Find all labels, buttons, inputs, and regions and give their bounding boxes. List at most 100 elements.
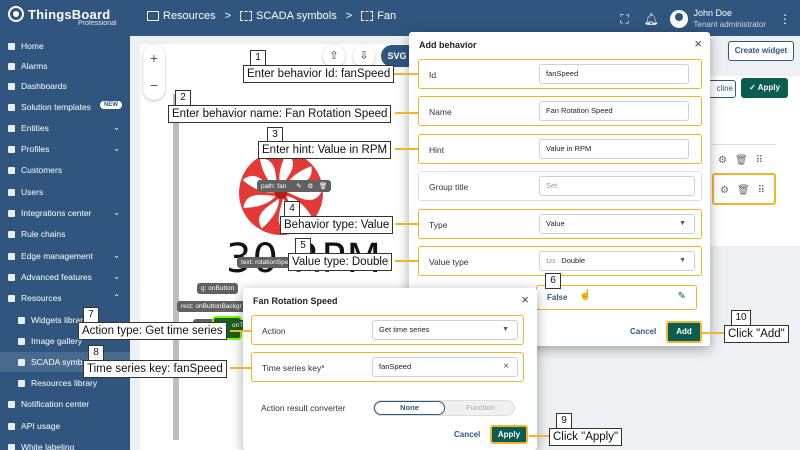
name-input[interactable]: Fan Rotation Speed — [539, 101, 689, 121]
sidebar-item-home[interactable]: Home — [0, 36, 130, 56]
hand-cursor-icon: ☝ — [579, 290, 592, 301]
avatar[interactable] — [669, 10, 688, 28]
sidebar-item-customers[interactable]: Customers — [0, 160, 130, 180]
value-type-label: Value type — [429, 257, 469, 267]
behavior-row[interactable]: ⚙ 🗑︎ ⠿ — [712, 144, 776, 176]
tag-text-rotation[interactable]: text: rotationSpe — [237, 257, 293, 268]
group-title-input[interactable]: Set — [539, 176, 695, 196]
sidebar-item-label: Alarms — [21, 61, 48, 71]
fan-dialog-apply-button[interactable]: Apply — [490, 425, 528, 444]
type-select[interactable]: Value ▼ — [539, 214, 695, 234]
zoom-out-button[interactable]: − — [143, 72, 165, 99]
sidebar-item-profiles[interactable]: Profiles ⌄ — [0, 139, 130, 159]
sidebar-item-white-labeling[interactable]: White labeling — [0, 437, 130, 450]
hint-input[interactable]: Value in RPM — [539, 139, 689, 159]
delete-icon[interactable]: 🗑︎ — [735, 155, 748, 166]
sidebar-item-alarms[interactable]: Alarms — [0, 56, 130, 76]
delete-icon[interactable]: 🗑︎ — [737, 185, 750, 196]
download-button[interactable]: ⇩ — [353, 45, 375, 67]
fullscreen-icon[interactable]: ⛶ — [618, 12, 632, 26]
add-behavior-cancel-button[interactable]: Cancel — [630, 327, 656, 336]
more-vert-icon[interactable]: ⋮ — [778, 12, 792, 26]
breadcrumb: Resources > SCADA symbols > Fan — [147, 10, 396, 22]
id-input[interactable]: fanSpeed — [539, 64, 689, 84]
callout-text: Enter behavior name: Fan Rotation Speed — [168, 105, 392, 123]
sidebar-item-users[interactable]: Users — [0, 182, 130, 202]
sidebar-item-label: Edge management — [21, 251, 93, 261]
notification-icon — [8, 400, 15, 408]
image-icon — [18, 337, 25, 345]
sidebar-item-label: Resources library — [31, 378, 98, 388]
group-title-field-row: Group title Set — [418, 171, 702, 201]
sidebar-item-resources[interactable]: Resources ⌃ — [0, 288, 130, 308]
hint-label: Hint — [429, 145, 445, 155]
zoom-control: + − — [143, 45, 165, 100]
gear-icon[interactable]: ⚙ — [720, 185, 729, 196]
upload-button[interactable]: ⇧ — [323, 45, 345, 67]
callout-number: 2 — [175, 90, 191, 106]
sidebar-item-label: White labeling — [21, 442, 75, 450]
user-info[interactable]: John Doe Tenant administrator — [694, 8, 766, 30]
apply-label: Apply — [757, 83, 780, 92]
sidebar-item-rule-chains[interactable]: Rule chains — [0, 224, 130, 244]
sidebar-item-api-usage[interactable]: API usage — [0, 416, 130, 436]
id-field-row: Id fanSpeed — [418, 59, 702, 89]
resources-library-icon — [18, 379, 25, 387]
callout-number: 7 — [83, 307, 99, 323]
sidebar-item-label: API usage — [21, 421, 61, 431]
tag-path-fan[interactable]: path: fan ✎ ⚙ 🗑︎ — [257, 180, 332, 192]
drag-handle-icon[interactable]: ⠿ — [758, 185, 765, 196]
integrations-icon — [8, 209, 15, 217]
breadcrumb-resources[interactable]: Resources — [147, 10, 216, 22]
value-type-select-value: Double — [561, 256, 586, 265]
callout-text: Time series key: fanSpeed — [83, 360, 227, 378]
sidebar-item-edge-management[interactable]: Edge management ⌄ — [0, 246, 130, 266]
delete-icon: 🗑︎ — [319, 183, 328, 190]
gear-icon[interactable]: ⚙ — [718, 155, 727, 166]
zoom-in-button[interactable]: + — [143, 45, 165, 72]
timeseries-key-input[interactable]: fanSpeed × — [372, 357, 518, 377]
tag-rect-onbutton-background[interactable]: rect: onButtonBackgr — [177, 301, 246, 312]
chevron-down-icon: ⌄ — [113, 272, 120, 281]
thingsboard-logo-icon — [8, 6, 24, 22]
sidebar-item-entities[interactable]: Entities ⌄ — [0, 118, 130, 138]
id-label: Id — [429, 70, 437, 80]
close-icon[interactable]: × — [521, 292, 529, 307]
chevron-down-icon: ⌄ — [113, 251, 120, 260]
notifications-bell-icon[interactable]: 🔔︎ — [644, 12, 659, 26]
sidebar-item-solution-templates[interactable]: Solution templates NEW — [0, 97, 130, 117]
callout-text: Click "Apply" — [549, 428, 623, 446]
action-select[interactable]: Get time series ▼ — [372, 320, 518, 340]
scada-icon — [18, 358, 25, 366]
callout-text: Enter hint: Value in RPM — [258, 141, 392, 159]
edit-icon[interactable]: ✎ — [678, 291, 686, 302]
sidebar-item-notification-center[interactable]: Notification center — [0, 394, 130, 414]
fan-dialog-cancel-button[interactable]: Cancel — [454, 430, 480, 439]
close-icon[interactable]: × — [694, 36, 702, 51]
sidebar-item-label: Advanced features — [21, 272, 92, 282]
converter-option-none[interactable]: None — [374, 401, 445, 415]
sidebar-item-advanced-features[interactable]: Advanced features ⌄ — [0, 267, 130, 287]
user-role: Tenant administrator — [693, 20, 766, 29]
behavior-row-highlighted[interactable]: ⚙ 🗑︎ ⠿ — [712, 173, 776, 205]
callout-connector — [230, 367, 251, 369]
timeseries-key-value: fanSpeed — [379, 362, 412, 371]
drag-handle-icon[interactable]: ⠿ — [756, 155, 763, 166]
sidebar-item-label: Rule chains — [21, 229, 66, 239]
create-widget-button[interactable]: Create widget — [728, 41, 794, 61]
callout-connector — [529, 435, 551, 437]
breadcrumb-separator: > — [345, 10, 353, 22]
add-button[interactable]: Add — [666, 321, 702, 343]
clear-icon[interactable]: × — [503, 358, 509, 376]
apply-button[interactable]: ✓ Apply — [741, 78, 788, 98]
canvas-frame — [173, 94, 179, 440]
converter-option-function[interactable]: Function — [445, 401, 516, 415]
tag-g-onbutton[interactable]: g: onButton — [197, 283, 239, 294]
sidebar-item-dashboards[interactable]: Dashboards — [0, 76, 130, 96]
callout-number: 5 — [295, 238, 311, 254]
action-label: Action — [262, 326, 286, 336]
value-type-select[interactable]: 123 Double ▼ — [539, 251, 695, 271]
breadcrumb-scada-symbols[interactable]: SCADA symbols — [240, 10, 337, 22]
callout-number: 6 — [545, 273, 561, 289]
sidebar-item-integrations-center[interactable]: Integrations center ⌄ — [0, 203, 130, 223]
